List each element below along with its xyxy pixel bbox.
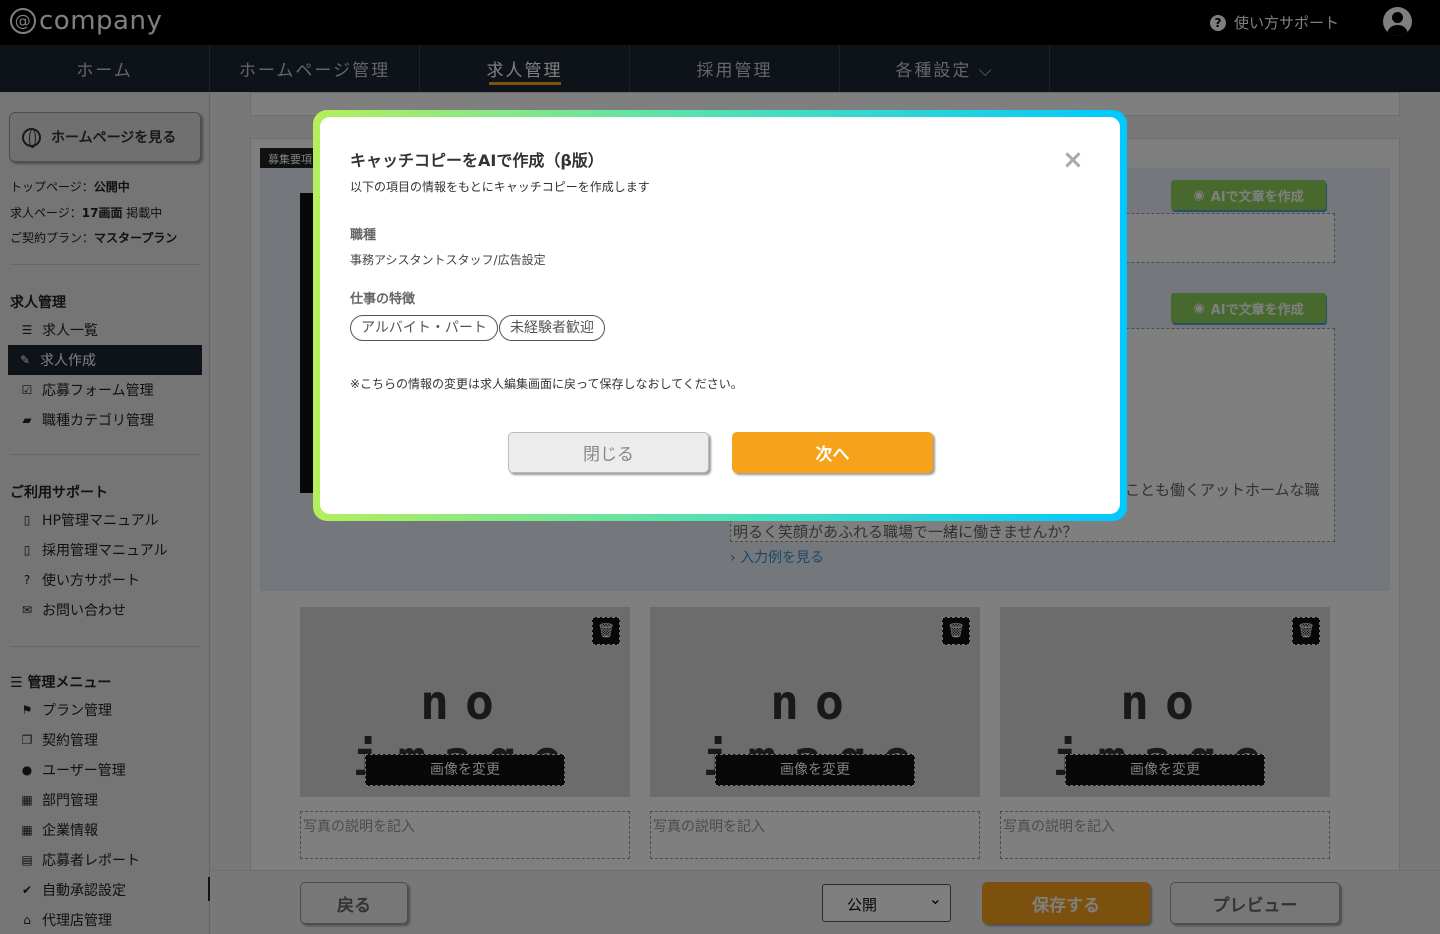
feature-chip: 未経験者歓迎 xyxy=(499,315,605,341)
modal-title: キャッチコピーをAIで作成（β版） xyxy=(350,151,604,170)
feature-chip: アルバイト・パート xyxy=(350,315,498,341)
ai-catchcopy-modal: キャッチコピーをAIで作成（β版） 以下の項目の情報をもとにキャッチコピーを作成… xyxy=(320,117,1120,514)
modal-subtitle: 以下の項目の情報をもとにキャッチコピーを作成します xyxy=(350,180,650,194)
modal-close-button[interactable]: 閉じる xyxy=(508,432,709,473)
close-icon[interactable]: × xyxy=(1062,145,1084,175)
features-label: 仕事の特徴 xyxy=(350,292,416,307)
job-type-value: 事務アシスタントスタッフ/広告設定 xyxy=(350,253,546,267)
modal-next-button[interactable]: 次へ xyxy=(732,432,933,473)
job-type-label: 職種 xyxy=(350,228,377,243)
modal-note: ※こちらの情報の変更は求人編集画面に戻って保存しなおしてください。 xyxy=(350,377,743,391)
